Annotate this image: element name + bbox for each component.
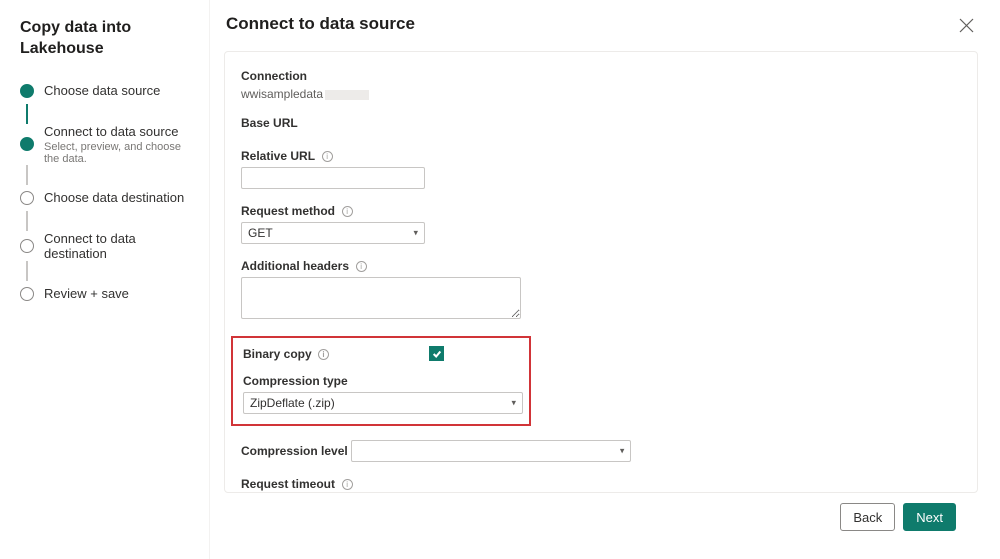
field-compression-level: Compression level ▾ <box>241 440 961 462</box>
field-base-url: Base URL <box>241 115 961 134</box>
step-connector <box>26 211 28 231</box>
compression-level-select[interactable] <box>351 440 631 462</box>
field-request-method: Request method i ▾ <box>241 203 961 244</box>
additional-headers-input[interactable] <box>241 277 521 319</box>
highlighted-section: Binary copy i Compression type ▾ <box>231 336 531 426</box>
connection-label: Connection <box>241 69 307 83</box>
info-icon[interactable]: i <box>318 349 329 360</box>
step-label: Connect to data source <box>44 124 197 139</box>
binary-copy-checkbox[interactable] <box>429 346 444 361</box>
binary-copy-label-text: Binary copy <box>243 347 312 361</box>
request-method-label: Request method <box>241 204 335 218</box>
step-choose-data-destination[interactable]: Choose data destination <box>20 185 197 211</box>
close-button[interactable] <box>955 14 978 41</box>
step-connector <box>26 165 28 185</box>
request-timeout-label: Request timeout <box>241 477 335 491</box>
field-additional-headers: Additional headers i <box>241 258 961 322</box>
field-compression-type: Compression type ▾ <box>243 373 519 414</box>
wizard-title: Copy data into Lakehouse <box>20 18 197 60</box>
additional-headers-label: Additional headers <box>241 259 349 273</box>
compression-level-label: Compression level <box>241 444 348 458</box>
relative-url-label: Relative URL <box>241 149 315 163</box>
circle-icon <box>20 239 34 253</box>
field-relative-url: Relative URL i <box>241 148 961 189</box>
field-request-timeout: Request timeout i <box>241 476 961 493</box>
compression-type-label: Compression type <box>243 374 348 388</box>
close-icon <box>959 18 974 33</box>
info-icon[interactable]: i <box>322 151 333 162</box>
binary-copy-label: Binary copy i <box>243 347 329 361</box>
circle-icon <box>20 287 34 301</box>
footer: Back Next <box>224 493 978 547</box>
compression-type-select[interactable] <box>243 392 523 414</box>
info-icon[interactable]: i <box>342 479 353 490</box>
wizard-sidebar: Copy data into Lakehouse Choose data sou… <box>0 0 210 559</box>
back-button[interactable]: Back <box>840 503 895 531</box>
step-label: Connect to data destination <box>44 231 197 261</box>
connection-value: wwisampledata <box>241 87 961 101</box>
masked-text <box>325 90 369 100</box>
step-connector <box>26 261 28 281</box>
step-choose-data-source[interactable]: Choose data source <box>20 78 197 104</box>
step-connect-to-data-destination[interactable]: Connect to data destination <box>20 231 197 261</box>
check-icon <box>20 137 34 151</box>
next-button[interactable]: Next <box>903 503 956 531</box>
base-url-label: Base URL <box>241 116 298 130</box>
info-icon[interactable]: i <box>356 261 367 272</box>
request-method-select[interactable] <box>241 222 425 244</box>
step-connector <box>26 104 28 124</box>
checkmark-icon <box>432 349 442 359</box>
step-label: Review + save <box>44 286 197 301</box>
field-binary-copy: Binary copy i <box>243 346 519 361</box>
step-review-save[interactable]: Review + save <box>20 281 197 307</box>
step-sublabel: Select, preview, and choose the data. <box>44 141 197 165</box>
step-label: Choose data destination <box>44 190 197 205</box>
connection-value-text: wwisampledata <box>241 87 323 101</box>
main-panel: Connect to data source Connection wwisam… <box>210 0 1000 559</box>
main-header: Connect to data source <box>224 14 978 41</box>
circle-icon <box>20 191 34 205</box>
relative-url-input[interactable] <box>241 167 425 189</box>
wizard-steps: Choose data source Connect to data sourc… <box>20 78 197 307</box>
field-connection: Connection wwisampledata <box>241 68 961 101</box>
step-connect-to-data-source[interactable]: Connect to data source Select, preview, … <box>20 124 197 165</box>
info-icon[interactable]: i <box>342 206 353 217</box>
form-card: Connection wwisampledata Base URL Relati… <box>224 51 978 493</box>
page-title: Connect to data source <box>226 14 415 34</box>
step-label: Choose data source <box>44 83 197 98</box>
check-icon <box>20 84 34 98</box>
